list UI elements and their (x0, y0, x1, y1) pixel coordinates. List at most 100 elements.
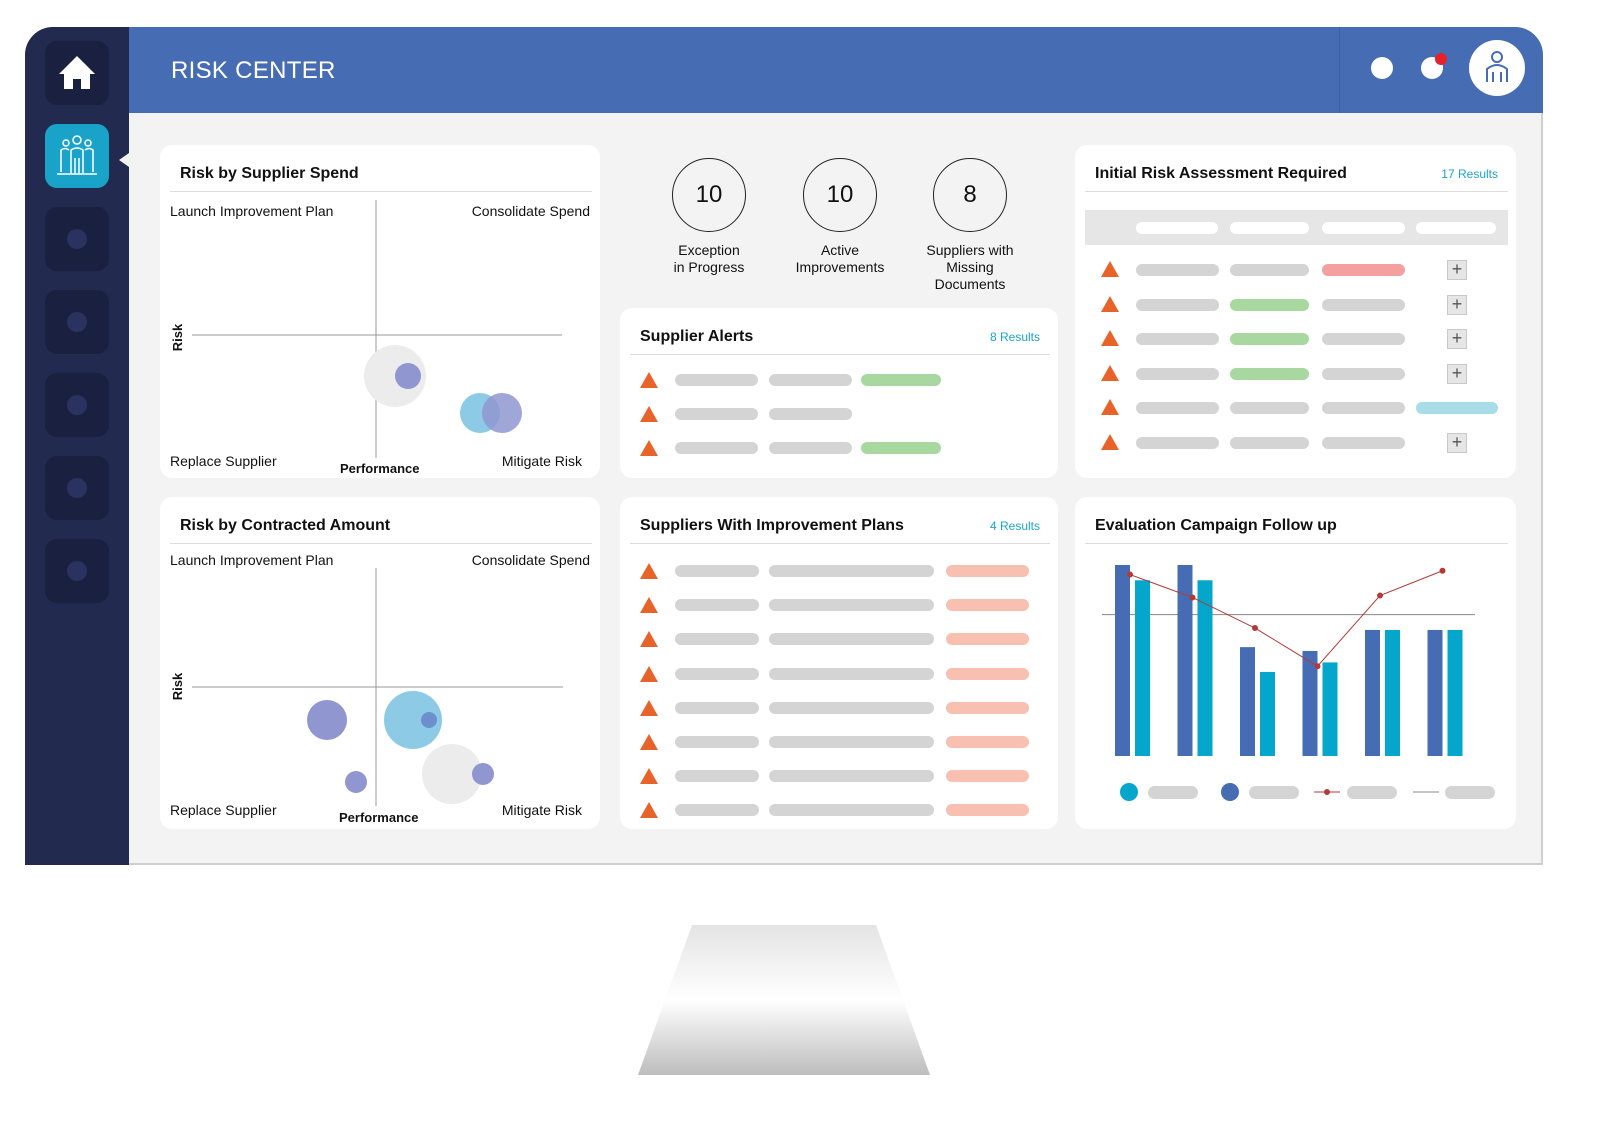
legend-swatch (1324, 789, 1330, 795)
placeholder-bar (769, 804, 934, 817)
bar (1240, 647, 1255, 756)
card-title: Supplier Alerts (640, 328, 754, 345)
placeholder-bar (1322, 367, 1405, 380)
placeholder-bar (1136, 437, 1219, 449)
header: RISK CENTER (129, 27, 1543, 113)
bubble (395, 363, 421, 389)
placeholder-bar (1136, 298, 1219, 311)
bar (1260, 671, 1275, 756)
nav-suppliers[interactable] (45, 124, 109, 188)
stat-improvements[interactable]: 10 Active Improvements (770, 158, 910, 276)
bubble (307, 700, 347, 740)
placeholder-bar (946, 804, 1029, 817)
add-button[interactable]: + (1447, 294, 1467, 315)
bar (1447, 629, 1463, 756)
add-button[interactable]: + (1447, 260, 1467, 280)
nav-item-4[interactable] (45, 290, 109, 354)
placeholder-bar (861, 442, 941, 454)
placeholder-bar (1230, 437, 1309, 449)
add-button[interactable]: + (1447, 433, 1467, 453)
placeholder-bar (946, 599, 1029, 612)
line-point (1252, 625, 1258, 632)
nav-item-3[interactable] (45, 207, 109, 271)
nav-item-7[interactable] (45, 539, 109, 603)
stat-value: 8 (933, 158, 1007, 232)
placeholder-bar (769, 667, 934, 680)
placeholder-bar (675, 374, 758, 386)
stat-missing-documents[interactable]: 8 Suppliers with Missing Documents (900, 158, 1040, 293)
sidebar (25, 27, 129, 865)
placeholder-bar (1322, 333, 1405, 346)
bar (1385, 629, 1400, 756)
placeholder-bar (1230, 333, 1309, 346)
legend-label (1445, 786, 1495, 799)
bar (1427, 629, 1443, 756)
placeholder-bar (946, 701, 1029, 714)
risk-by-supplier-spend-card: Risk by Supplier Spend Launch Improvemen… (160, 145, 600, 478)
placeholder-bar (769, 736, 934, 748)
page-title: RISK CENTER (171, 57, 336, 84)
notification-badge (1435, 53, 1447, 65)
warning-icon (640, 631, 658, 648)
avatar[interactable] (1469, 40, 1525, 96)
placeholder-bar (1136, 402, 1219, 415)
stat-exceptions[interactable]: 10 Exception in Progress (639, 158, 779, 276)
stat-value: 10 (672, 158, 746, 232)
placeholder-bar (769, 633, 934, 646)
placeholder-bar (675, 667, 759, 680)
line-point (1189, 594, 1196, 601)
placeholder-bar (1230, 298, 1309, 311)
bubble (345, 771, 367, 793)
settings-icon[interactable] (1371, 57, 1393, 79)
bubble (472, 763, 494, 785)
bar (1115, 565, 1130, 756)
legend-label (1249, 786, 1299, 799)
placeholder-bar (675, 736, 759, 748)
legend-swatch (1120, 783, 1138, 801)
placeholder-bar (946, 770, 1029, 783)
placeholder-bar (675, 804, 759, 817)
bubble-chart (192, 200, 562, 458)
placeholder-bar (1230, 402, 1309, 415)
line-point (1127, 571, 1133, 578)
bubble (421, 712, 437, 728)
line-point (1377, 592, 1383, 599)
results-link[interactable]: 17 Results (1441, 167, 1498, 181)
warning-icon (640, 597, 658, 614)
initial-risk-assessment-card: Initial Risk Assessment Required 17 Resu… (1075, 145, 1516, 478)
placeholder-bar (769, 770, 934, 783)
warning-icon (640, 699, 658, 716)
results-link[interactable]: 4 Results (990, 519, 1040, 533)
bar (1135, 580, 1150, 756)
bar (1322, 662, 1338, 756)
placeholder-bar (946, 633, 1029, 646)
add-button[interactable]: + (1447, 329, 1467, 350)
placeholder-bar (675, 599, 759, 612)
legend-label (1148, 786, 1198, 799)
warning-icon (640, 665, 658, 682)
placeholder-bar (1322, 298, 1405, 311)
placeholder-bar (675, 408, 758, 420)
placeholder-bar (1416, 402, 1498, 415)
add-button[interactable]: + (1447, 363, 1467, 384)
nav-item-6[interactable] (45, 456, 109, 520)
placeholder-bar (675, 633, 759, 646)
evaluation-campaign-card: Evaluation Campaign Follow up (1075, 497, 1516, 829)
placeholder-bar (861, 374, 941, 386)
user-icon (1486, 51, 1508, 82)
warning-icon (640, 802, 658, 819)
active-indicator (119, 153, 129, 167)
results-link[interactable]: 8 Results (990, 330, 1040, 344)
placeholder-bar (769, 408, 852, 420)
nav-home[interactable] (45, 41, 109, 105)
placeholder-bar (675, 442, 758, 454)
placeholder-bar (769, 599, 934, 612)
nav-item-5[interactable] (45, 373, 109, 437)
warning-icon (1101, 330, 1119, 347)
placeholder-bar (769, 701, 934, 714)
card-title: Suppliers With Improvement Plans (640, 517, 904, 534)
placeholder-bar (1230, 264, 1309, 276)
placeholder-bar (1322, 437, 1405, 449)
placeholder-bar (675, 770, 759, 783)
supplier-alerts-card: Supplier Alerts 8 Results (620, 308, 1058, 478)
